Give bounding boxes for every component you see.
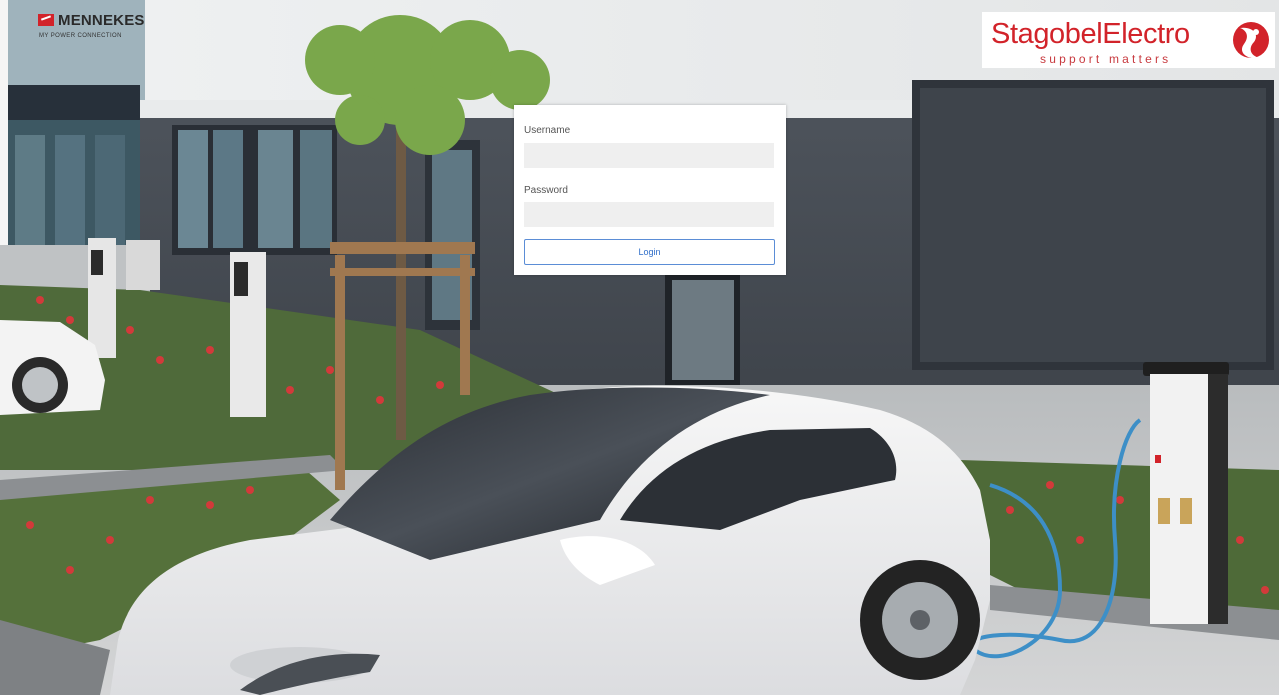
stagobel-tagline: support matters — [1040, 52, 1172, 66]
login-button[interactable]: Login — [524, 239, 775, 265]
mennekes-mark-icon — [38, 14, 54, 26]
stagobel-wordmark: StagobelElectro — [991, 18, 1190, 51]
mennekes-wordmark: MENNEKES — [58, 12, 145, 29]
stagobel-electro-logo: StagobelElectro support matters — [982, 12, 1275, 68]
stagobel-swirl-icon — [1233, 22, 1269, 59]
password-label: Password — [524, 185, 568, 196]
password-input[interactable] — [524, 202, 774, 227]
stagobel-name-part-2: Electro — [1102, 18, 1190, 50]
stagobel-name-part-1: Stagobel — [991, 18, 1103, 50]
mennekes-logo: MENNEKES MY POWER CONNECTION — [38, 12, 168, 46]
username-label: Username — [524, 125, 571, 136]
mennekes-tagline: MY POWER CONNECTION — [39, 33, 122, 39]
username-input[interactable] — [524, 143, 774, 168]
login-form: Username Password Login — [514, 105, 786, 275]
